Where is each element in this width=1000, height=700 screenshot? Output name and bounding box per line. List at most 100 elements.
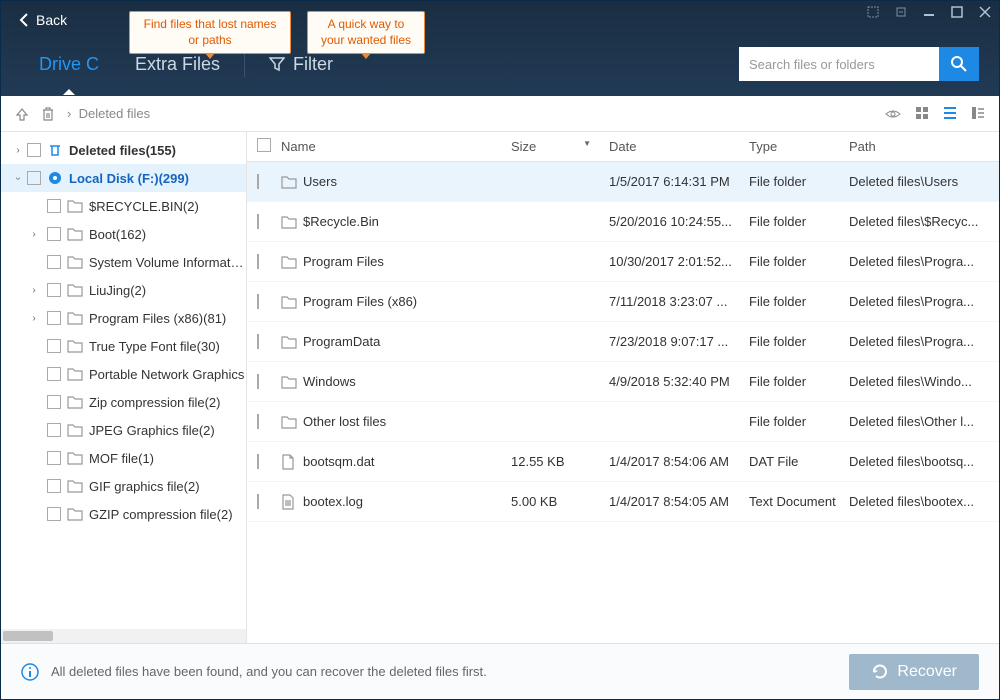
folder-icon — [67, 227, 83, 241]
file-row[interactable]: bootsqm.dat12.55 KB1/4/2017 8:54:06 AMDA… — [247, 442, 999, 482]
checkbox[interactable] — [47, 227, 61, 241]
file-row[interactable]: $Recycle.Bin5/20/2016 10:24:55...File fo… — [247, 202, 999, 242]
checkbox[interactable] — [47, 395, 61, 409]
checkbox[interactable] — [27, 171, 41, 185]
folder-icon — [67, 423, 83, 437]
tree-label: LiuJing(2) — [89, 283, 146, 298]
checkbox[interactable] — [47, 507, 61, 521]
chevron-right-icon[interactable]: › — [11, 145, 25, 156]
tree-item[interactable]: Portable Network Graphics — [1, 360, 246, 388]
checkbox[interactable] — [257, 214, 259, 229]
tree-item[interactable]: True Type Font file(30) — [1, 332, 246, 360]
checkbox[interactable] — [47, 451, 61, 465]
folder-icon — [67, 451, 83, 465]
file-row[interactable]: bootex.log5.00 KB1/4/2017 8:54:05 AMText… — [247, 482, 999, 522]
window-minimize-button[interactable] — [915, 1, 943, 23]
checkbox[interactable] — [47, 311, 61, 325]
file-row[interactable]: Program Files (x86)7/11/2018 3:23:07 ...… — [247, 282, 999, 322]
tab-extra-files[interactable]: Extra Files — [117, 39, 238, 89]
tree-item[interactable]: Zip compression file(2) — [1, 388, 246, 416]
checkbox[interactable] — [47, 283, 61, 297]
window-skin-button[interactable] — [859, 1, 887, 23]
tree-item[interactable]: ›Boot(162) — [1, 220, 246, 248]
column-date[interactable]: Date — [609, 139, 749, 154]
file-row[interactable]: ProgramData7/23/2018 9:07:17 ...File fol… — [247, 322, 999, 362]
file-list-body[interactable]: Users1/5/2017 6:14:31 PMFile folderDelet… — [247, 162, 999, 643]
file-type: DAT File — [749, 454, 849, 469]
tree-item[interactable]: ›Program Files (x86)(81) — [1, 304, 246, 332]
checkbox[interactable] — [257, 174, 259, 189]
file-row[interactable]: Windows4/9/2018 5:32:40 PMFile folderDel… — [247, 362, 999, 402]
file-row[interactable]: Users1/5/2017 6:14:31 PMFile folderDelet… — [247, 162, 999, 202]
checkbox[interactable] — [47, 479, 61, 493]
tree-item[interactable]: System Volume Information — [1, 248, 246, 276]
tree-root-localdisk[interactable]: › Local Disk (F:)(299) — [1, 164, 246, 192]
tree-item[interactable]: GZIP compression file(2) — [1, 500, 246, 528]
chevron-down-icon[interactable]: › — [13, 171, 24, 185]
expand-icon[interactable]: › — [27, 229, 41, 240]
window-close-button[interactable] — [971, 1, 999, 23]
file-icon — [281, 494, 297, 510]
back-button[interactable]: Back — [11, 8, 75, 32]
column-size[interactable]: Size▼ — [511, 139, 609, 154]
column-type[interactable]: Type — [749, 139, 849, 154]
file-date: 5/20/2016 10:24:55... — [609, 214, 749, 229]
checkbox[interactable] — [257, 254, 259, 269]
trash-icon — [47, 143, 63, 157]
file-size: 5.00 KB — [511, 494, 609, 509]
checkbox[interactable] — [257, 454, 259, 469]
checkbox[interactable] — [47, 199, 61, 213]
checkbox[interactable] — [257, 334, 259, 349]
column-name[interactable]: Name — [281, 139, 511, 154]
expand-icon[interactable]: › — [27, 313, 41, 324]
checkbox[interactable] — [257, 494, 259, 509]
checkbox[interactable] — [257, 374, 259, 389]
tab-drive[interactable]: Drive C — [21, 39, 117, 89]
tree-panel[interactable]: › Deleted files(155) › Local Disk (F:)(2… — [1, 132, 247, 643]
nav-separator — [244, 51, 245, 77]
tree-item[interactable]: › LiuJing(2) — [1, 276, 246, 304]
preview-toggle[interactable] — [885, 106, 901, 122]
window-maximize-button[interactable] — [943, 1, 971, 23]
tree-horizontal-scrollbar[interactable] — [1, 629, 246, 643]
tree-item[interactable]: GIF graphics file(2) — [1, 472, 246, 500]
checkbox[interactable] — [257, 294, 259, 309]
file-name: ProgramData — [303, 334, 380, 349]
view-list[interactable] — [943, 106, 957, 122]
file-type: File folder — [749, 254, 849, 269]
column-path[interactable]: Path — [849, 139, 999, 154]
checkbox[interactable] — [47, 339, 61, 353]
file-date: 4/9/2018 5:32:40 PM — [609, 374, 749, 389]
checkbox[interactable] — [27, 143, 41, 157]
checkbox-all[interactable] — [257, 138, 271, 152]
checkbox[interactable] — [47, 367, 61, 381]
search-input[interactable] — [739, 47, 939, 81]
sort-indicator-icon: ▼ — [583, 139, 591, 154]
recover-button[interactable]: Recover — [849, 654, 979, 690]
delete-button[interactable] — [41, 107, 55, 121]
checkbox[interactable] — [47, 255, 61, 269]
search-button[interactable] — [939, 47, 979, 81]
tree-root-deleted[interactable]: › Deleted files(155) — [1, 136, 246, 164]
tree-label: GZIP compression file(2) — [89, 507, 233, 522]
tree-item[interactable]: MOF file(1) — [1, 444, 246, 472]
tab-drive-label: Drive C — [39, 54, 99, 75]
checkbox[interactable] — [257, 414, 259, 429]
expand-icon[interactable]: › — [27, 285, 41, 296]
tab-filter[interactable]: Filter — [251, 39, 351, 89]
scrollbar-thumb[interactable] — [3, 631, 53, 641]
view-detail[interactable] — [971, 106, 985, 122]
file-row[interactable]: Program Files10/30/2017 2:01:52...File f… — [247, 242, 999, 282]
view-grid[interactable] — [915, 106, 929, 122]
file-type: File folder — [749, 374, 849, 389]
checkbox[interactable] — [47, 423, 61, 437]
tree-item[interactable]: JPEG Graphics file(2) — [1, 416, 246, 444]
tree-label: MOF file(1) — [89, 451, 154, 466]
file-path: Deleted files\Progra... — [849, 254, 999, 269]
tree-item[interactable]: $RECYCLE.BIN(2) — [1, 192, 246, 220]
tree-label: $RECYCLE.BIN(2) — [89, 199, 199, 214]
file-row[interactable]: Other lost filesFile folderDeleted files… — [247, 402, 999, 442]
window-tray-button[interactable] — [887, 1, 915, 23]
up-button[interactable] — [15, 107, 29, 121]
file-type: File folder — [749, 174, 849, 189]
